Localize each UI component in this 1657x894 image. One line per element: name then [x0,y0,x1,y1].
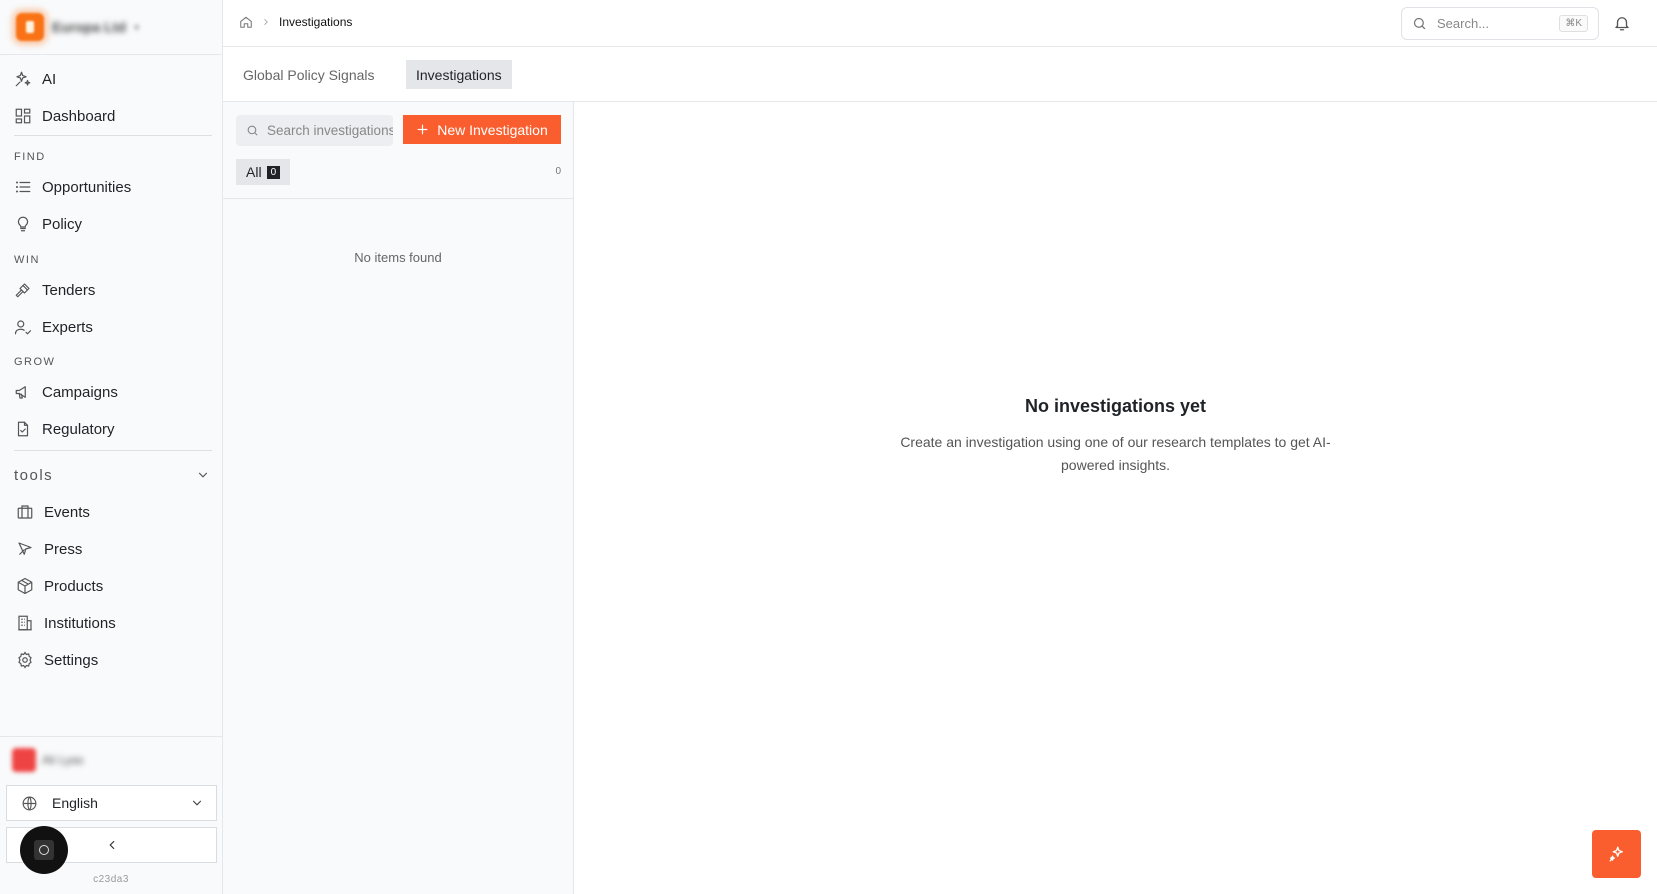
sidebar-item-label: AI [42,70,57,88]
investigations-list-panel: Search investigations New Investigation … [223,102,574,894]
ai-assistant-button[interactable] [1592,830,1641,878]
empty-list-message: No items found [354,250,442,265]
home-icon[interactable] [239,15,253,29]
sidebar: Europa Ltd ▾ AI Dashboard FIND Opportuni… [0,0,223,894]
investigation-search-input[interactable]: Search investigations [236,115,393,146]
sidebar-item-experts[interactable]: Experts [14,312,210,342]
search-placeholder: Search investigations [267,123,393,138]
new-investigation-label: New Investigation [437,121,548,138]
sidebar-item-label: Institutions [44,614,116,632]
chevron-down-icon [198,472,208,478]
workspace-logo [16,13,44,41]
empty-state-title: No investigations yet [1024,396,1207,416]
tab-global-policy-signals[interactable]: Global Policy Signals [233,60,385,89]
search-placeholder: Search... [1437,16,1490,31]
sidebar-item-label: Dashboard [42,107,116,125]
globe-icon [22,796,37,810]
sidebar-item-opportunities[interactable]: Opportunities [14,172,210,202]
chevron-right-icon [264,19,268,25]
language-value: English [52,795,98,811]
search-icon [247,125,258,136]
sidebar-item-dashboard[interactable]: Dashboard [14,101,210,131]
sidebar-item-label: Policy [42,215,83,233]
sidebar-item-regulatory[interactable]: Regulatory [14,414,210,444]
user-profile[interactable]: Ali Lyas [12,748,84,772]
tab-investigations[interactable]: Investigations [406,60,512,89]
tools-section-toggle[interactable]: tools [14,463,210,487]
chevron-down-icon [192,800,202,806]
search-shortcut: ⌘K [1559,15,1588,32]
plus-icon [417,124,428,135]
breadcrumb-current: Investigations [279,15,353,29]
sidebar-item-label: Regulatory [42,420,115,438]
bell-icon[interactable] [1613,14,1631,32]
chevron-down-icon: ▾ [133,21,140,34]
sparkles-icon [1609,846,1623,862]
newspaper-icon [18,542,32,555]
top-bar: Investigations Search... ⌘K [223,0,1657,47]
section-label-win: WIN [14,254,40,266]
count-badge: 0 [266,165,281,179]
version-label: c23da3 [93,874,129,885]
workspace-name: Europa Ltd [52,19,126,35]
avatar [12,748,36,772]
sidebar-item-products[interactable]: Products [16,571,212,601]
filter-all-chip[interactable]: All 0 [236,159,291,185]
record-button[interactable] [20,826,68,874]
sidebar-item-ai[interactable]: AI [14,64,210,94]
list-icon [15,181,31,193]
tools-section-label: tools [14,466,54,484]
new-investigation-button[interactable]: New Investigation [403,115,561,144]
sidebar-item-events[interactable]: Events [16,497,212,527]
workspace-switcher[interactable]: Europa Ltd ▾ [16,12,139,42]
sidebar-item-tenders[interactable]: Tenders [14,275,210,305]
total-count: 0 [555,166,561,177]
divider [0,736,222,737]
building-icon [18,615,32,631]
section-label-grow: GROW [14,356,56,368]
search-icon [1413,17,1426,30]
empty-state-description: Create an investigation using one of our… [900,434,1331,473]
sidebar-item-policy[interactable]: Policy [14,209,210,239]
divider [14,135,212,136]
section-label-find: FIND [14,151,46,163]
sidebar-item-label: Opportunities [42,178,132,196]
empty-state: No investigations yet Create an investig… [574,396,1657,477]
sidebar-item-label: Press [44,540,83,558]
lightbulb-icon [17,216,29,232]
package-icon [17,577,33,595]
breadcrumb: Investigations [239,15,352,29]
sidebar-item-institutions[interactable]: Institutions [16,608,212,638]
sidebar-item-press[interactable]: Press [16,534,212,564]
divider [14,450,212,451]
sidebar-item-label: Products [44,577,104,595]
sidebar-item-campaigns[interactable]: Campaigns [14,377,210,407]
user-name: Ali Lyas [42,753,84,767]
sidebar-item-label: Events [44,503,90,521]
user-check-icon [14,320,32,335]
sidebar-item-label: Tenders [42,281,96,299]
language-select[interactable]: English [6,785,217,821]
chevron-left-icon [108,840,114,850]
dashboard-grid-icon [15,108,31,124]
sidebar-item-settings[interactable]: Settings [16,645,212,675]
divider [0,54,222,55]
divider [223,198,573,199]
sidebar-item-label: Campaigns [42,383,118,401]
global-search-input[interactable]: Search... ⌘K [1401,7,1599,40]
gavel-icon [15,283,30,298]
sidebar-item-label: Experts [42,318,93,336]
sidebar-item-label: Settings [44,651,99,669]
gear-icon [18,651,32,669]
filter-all-label: All [246,164,262,180]
record-icon [34,840,54,860]
megaphone-icon [15,386,26,399]
document-check-icon [17,421,29,437]
sparkles-icon [15,71,31,87]
calendar-box-icon [17,505,33,519]
tab-bar: Global Policy Signals Investigations [223,47,1657,102]
